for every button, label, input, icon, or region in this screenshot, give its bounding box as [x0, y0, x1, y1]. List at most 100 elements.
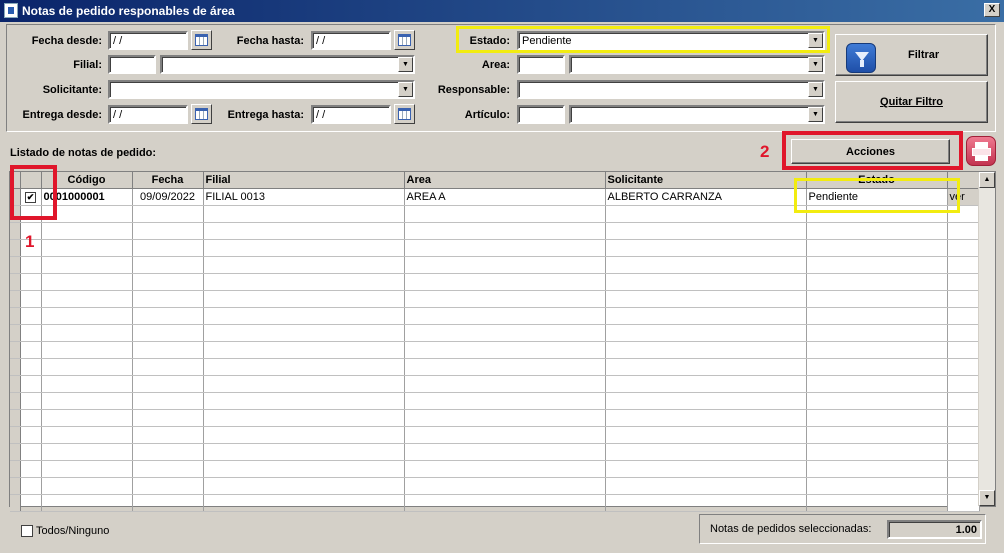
empty-cell: [132, 205, 204, 223]
empty-cell: [605, 375, 807, 393]
empty-cell: [404, 222, 606, 240]
empty-cell: [947, 239, 980, 257]
column-header-estado[interactable]: Estado: [806, 172, 948, 189]
acciones-button[interactable]: Acciones: [791, 139, 950, 164]
fecha-hasta-calendar-button[interactable]: [394, 30, 415, 50]
area-code-field[interactable]: [517, 55, 565, 74]
column-header-indicator: [10, 172, 21, 189]
entrega-hasta-calendar-button[interactable]: [394, 104, 415, 124]
empty-cell: [41, 477, 133, 495]
chevron-down-icon[interactable]: ▼: [808, 82, 823, 97]
chevron-down-icon[interactable]: ▼: [398, 82, 413, 97]
empty-cell: [132, 273, 204, 291]
column-header-solicitante[interactable]: Solicitante: [605, 172, 807, 189]
empty-cell: [132, 477, 204, 495]
fecha-desde-field[interactable]: / /: [108, 31, 188, 50]
scroll-up-icon[interactable]: ▲: [979, 172, 995, 188]
chevron-down-icon[interactable]: ▼: [808, 57, 823, 72]
column-header-filial[interactable]: Filial: [203, 172, 405, 189]
responsable-select[interactable]: ▼: [517, 80, 825, 99]
empty-table-row: [10, 460, 980, 478]
filtrar-button[interactable]: Filtrar: [835, 34, 988, 76]
empty-cell: [203, 443, 405, 461]
vertical-scrollbar[interactable]: ▲ ▼: [978, 172, 995, 506]
chevron-down-icon[interactable]: ▼: [808, 107, 823, 122]
empty-cell: [41, 375, 133, 393]
close-button[interactable]: X: [984, 3, 1000, 17]
empty-cell: [806, 307, 948, 325]
empty-cell: [947, 375, 980, 393]
cell-solicitante[interactable]: ALBERTO CARRANZA: [605, 188, 807, 206]
empty-cell: [20, 426, 42, 444]
empty-cell: [404, 494, 606, 512]
row-checkbox-cell[interactable]: ✔: [20, 188, 42, 206]
todos-ninguno-checkbox[interactable]: [21, 525, 33, 537]
column-header-codigo[interactable]: Código: [41, 172, 133, 189]
solicitante-select[interactable]: ▼: [108, 80, 415, 99]
todos-ninguno-label: Todos/Ninguno: [36, 525, 110, 537]
empty-cell: [605, 341, 807, 359]
cell-estado[interactable]: Pendiente: [806, 188, 948, 206]
empty-cell: [10, 273, 21, 291]
empty-cell: [20, 324, 42, 342]
ver-button[interactable]: ver: [947, 188, 980, 206]
fecha-hasta-field[interactable]: / /: [311, 31, 391, 50]
empty-cell: [806, 205, 948, 223]
empty-cell: [41, 358, 133, 376]
empty-cell: [41, 443, 133, 461]
entrega-desde-calendar-button[interactable]: [191, 104, 212, 124]
chevron-down-icon[interactable]: ▼: [398, 57, 413, 72]
empty-table-row: [10, 239, 980, 257]
articulo-select[interactable]: ▼: [569, 105, 825, 124]
empty-cell: [947, 307, 980, 325]
entrega-desde-field[interactable]: / /: [108, 105, 188, 124]
chevron-down-icon[interactable]: ▼: [808, 33, 823, 48]
empty-table-row: [10, 426, 980, 444]
cell-codigo[interactable]: 0001000001: [41, 188, 133, 206]
area-select[interactable]: ▼: [569, 55, 825, 74]
empty-cell: [10, 307, 21, 325]
empty-cell: [20, 375, 42, 393]
empty-cell: [10, 426, 21, 444]
print-button[interactable]: [966, 136, 996, 166]
entrega-hasta-field[interactable]: / /: [311, 105, 391, 124]
empty-cell: [203, 358, 405, 376]
empty-cell: [20, 460, 42, 478]
fecha-desde-calendar-button[interactable]: [191, 30, 212, 50]
table-row[interactable]: ▸ ✔ 0001000001 09/09/2022 FILIAL 0013 AR…: [10, 188, 980, 206]
empty-cell: [132, 409, 204, 427]
empty-cell: [404, 273, 606, 291]
empty-cell: [203, 307, 405, 325]
filial-code-field[interactable]: [108, 55, 156, 74]
empty-cell: [947, 205, 980, 223]
filial-label: Filial:: [73, 59, 102, 71]
scroll-down-icon[interactable]: ▼: [979, 490, 995, 506]
empty-cell: [10, 477, 21, 495]
empty-cell: [605, 307, 807, 325]
cell-area[interactable]: AREA A: [404, 188, 606, 206]
empty-cell: [947, 409, 980, 427]
empty-cell: [10, 205, 21, 223]
empty-table-row: [10, 256, 980, 274]
filial-select[interactable]: ▼: [160, 55, 415, 74]
empty-cell: [20, 409, 42, 427]
empty-cell: [605, 256, 807, 274]
empty-cell: [605, 290, 807, 308]
empty-cell: [132, 290, 204, 308]
pedidos-grid[interactable]: Código Fecha Filial Area Solicitante Est…: [9, 171, 996, 512]
cell-filial[interactable]: FILIAL 0013: [203, 188, 405, 206]
column-header-area[interactable]: Area: [404, 172, 606, 189]
empty-cell: [10, 239, 21, 257]
empty-cell: [132, 460, 204, 478]
row-checkbox[interactable]: ✔: [25, 191, 36, 203]
cell-fecha[interactable]: 09/09/2022: [132, 188, 204, 206]
column-header-fecha[interactable]: Fecha: [132, 172, 204, 189]
estado-select[interactable]: Pendiente ▼: [517, 31, 825, 50]
quitar-filtro-button[interactable]: Quitar Filtro: [835, 81, 988, 123]
empty-cell: [404, 392, 606, 410]
articulo-code-field[interactable]: [517, 105, 565, 124]
empty-cell: [41, 205, 133, 223]
column-header-check[interactable]: [20, 172, 42, 189]
empty-cell: [20, 494, 42, 512]
empty-cell: [605, 239, 807, 257]
